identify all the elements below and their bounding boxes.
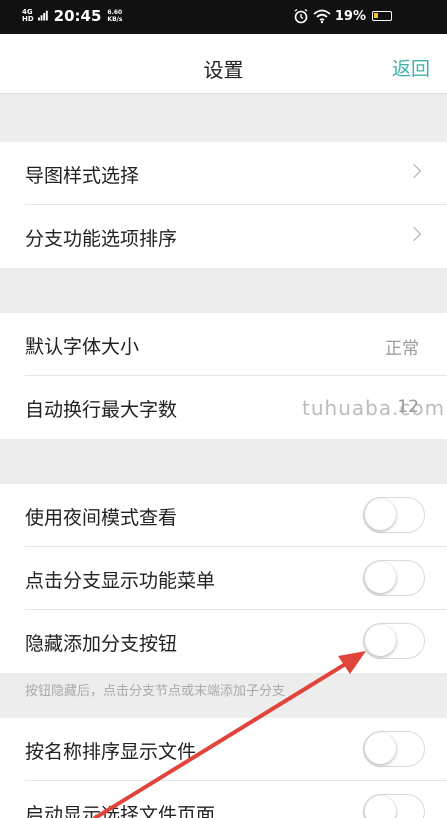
settings-row-branch-order[interactable]: 分支功能选项排序 (0, 205, 447, 268)
back-button[interactable]: 返回 (392, 54, 430, 81)
toggle-knob (365, 733, 396, 764)
row-label: 隐藏添加分支按钮 (25, 633, 178, 655)
settings-row-hide-add-branch: 隐藏添加分支按钮 (0, 610, 447, 673)
hide-add-branch-toggle[interactable] (363, 623, 425, 659)
row-label: 使用夜间模式查看 (25, 507, 178, 529)
toggle-knob (365, 562, 396, 593)
row-label: 自动换行最大字数 (25, 399, 178, 421)
row-label: 启动显示选择文件页面 (25, 804, 216, 818)
row-value: 正常 (385, 339, 419, 359)
toggle-knob (365, 499, 396, 530)
startup-file-page-toggle[interactable] (363, 794, 425, 818)
toggle-knob (365, 796, 396, 818)
row-label: 点击分支显示功能菜单 (25, 570, 216, 592)
network-indicator: 4G HD (22, 9, 34, 23)
settings-row-night-mode: 使用夜间模式查看 (0, 484, 447, 547)
page-title: 设置 (203, 58, 244, 82)
speed-unit: KB/s (107, 16, 123, 23)
network-sub: HD (22, 15, 34, 23)
chevron-right-icon (406, 226, 422, 242)
hint-text: 按钮隐藏后，点击分支节点或末端添加子分支 (25, 684, 286, 699)
status-bar: 4G HD 20:45 6.60 KB/s 19% (0, 0, 447, 34)
row-label: 默认字体大小 (25, 336, 140, 358)
nav-bar: 设置 返回 (0, 34, 447, 94)
speed-value: 6.60 (107, 9, 123, 16)
settings-row-sort-by-name: 按名称排序显示文件 (0, 718, 447, 781)
settings-row-startup-file-page: 启动显示选择文件页面 (0, 781, 447, 818)
row-label: 按名称排序显示文件 (25, 741, 197, 763)
toggle-knob (365, 625, 396, 656)
alarm-icon (294, 8, 308, 24)
settings-row-map-style[interactable]: 导图样式选择 (0, 142, 447, 205)
settings-row-font-size[interactable]: 默认字体大小 正常 (0, 313, 447, 376)
night-mode-toggle[interactable] (363, 497, 425, 533)
sort-by-name-toggle[interactable] (363, 731, 425, 767)
row-label: 分支功能选项排序 (25, 228, 178, 250)
wifi-icon (313, 9, 331, 24)
watermark: tuhuaba.com (302, 396, 446, 420)
row-label: 导图样式选择 (25, 165, 140, 187)
clock: 20:45 (53, 7, 102, 25)
battery-percent: 19% (334, 8, 366, 24)
settings-row-branch-menu: 点击分支显示功能菜单 (0, 547, 447, 610)
battery-icon (372, 11, 392, 21)
network-speed: 6.60 KB/s (107, 9, 122, 23)
branch-menu-toggle[interactable] (363, 560, 425, 596)
signal-icon (37, 10, 48, 21)
chevron-right-icon (406, 163, 422, 179)
